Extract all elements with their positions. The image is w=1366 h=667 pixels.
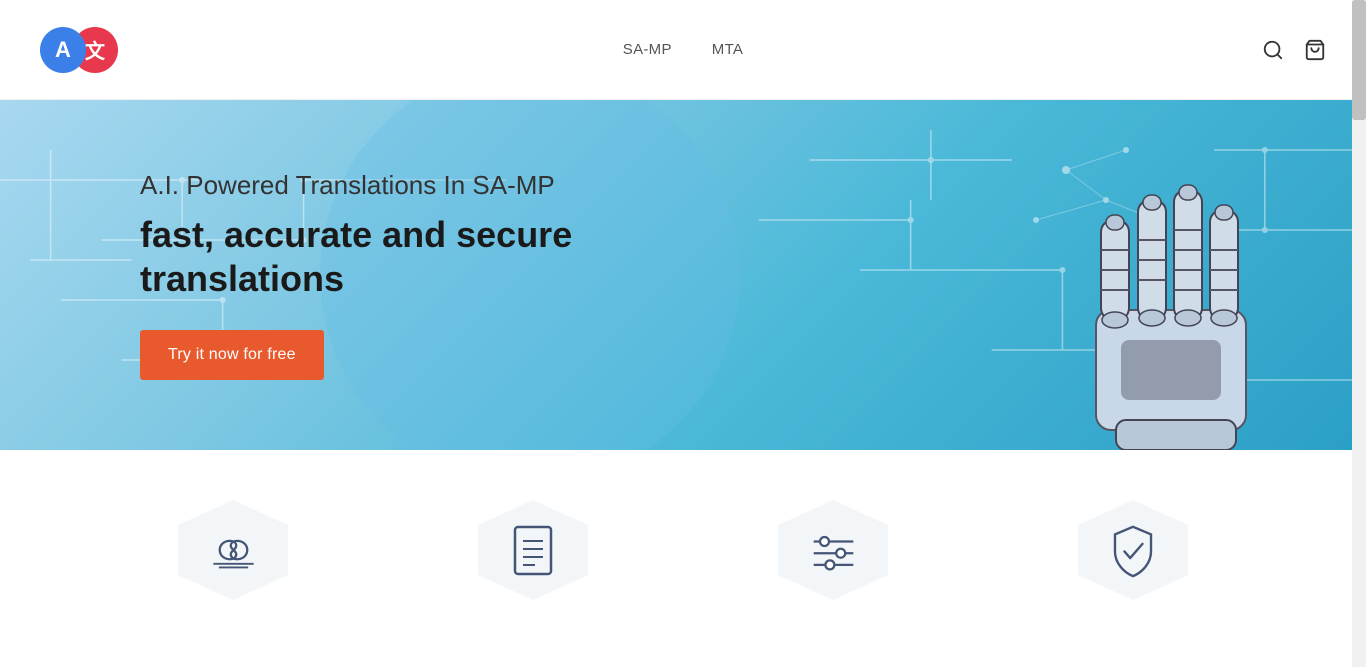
feature-icon-document-wrap [478, 500, 588, 600]
sliders-icon [806, 528, 861, 573]
nav-item-samp[interactable]: SA-MP [623, 41, 672, 58]
search-icon[interactable] [1262, 39, 1284, 61]
document-icon [509, 523, 557, 578]
cta-button[interactable]: Try it now for free [140, 330, 324, 380]
hero-banner: A.I. Powered Translations In SA-MP fast,… [0, 100, 1366, 450]
feature-document [383, 500, 683, 600]
hero-subtitle: A.I. Powered Translations In SA-MP [140, 170, 700, 201]
scrollbar-thumb[interactable] [1352, 0, 1366, 120]
robot-hand [1066, 150, 1286, 450]
header-icons [1262, 39, 1326, 61]
features-section [0, 450, 1366, 630]
feature-security [983, 500, 1283, 600]
feature-icon-security-wrap [1078, 500, 1188, 600]
infinity-icon [206, 528, 261, 573]
feature-icon-unlimited-wrap [178, 500, 288, 600]
main-nav: SA-MP MTA [623, 41, 743, 58]
header: A 文 SA-MP MTA [0, 0, 1366, 100]
shield-check-icon [1108, 523, 1158, 578]
cart-icon[interactable] [1304, 39, 1326, 61]
hero-title: fast, accurate and secure translations [140, 213, 700, 299]
feature-icon-settings-wrap [778, 500, 888, 600]
logo-circle-a: A [40, 27, 86, 73]
scrollbar[interactable] [1352, 0, 1366, 667]
feature-unlimited [83, 500, 383, 600]
nav-item-mta[interactable]: MTA [712, 41, 743, 58]
feature-settings [683, 500, 983, 600]
hero-content: A.I. Powered Translations In SA-MP fast,… [0, 170, 700, 379]
logo[interactable]: A 文 [40, 27, 118, 73]
